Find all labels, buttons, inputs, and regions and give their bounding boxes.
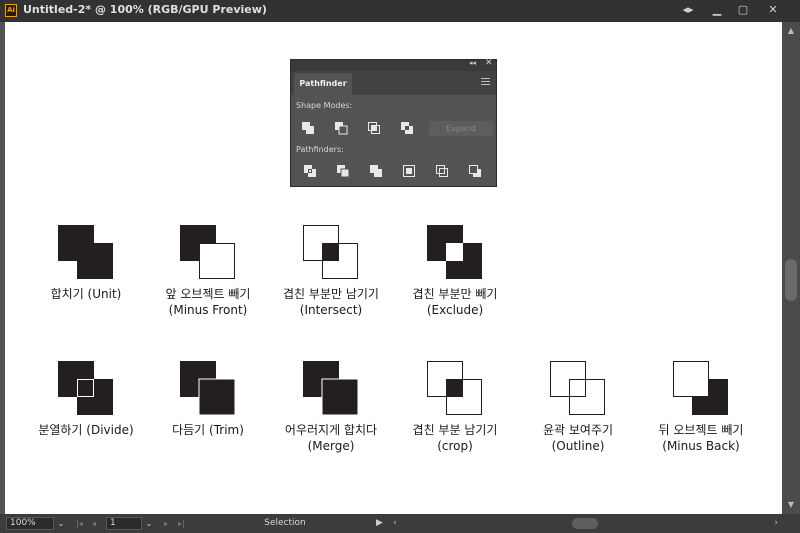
expand-button[interactable]: Expand — [429, 121, 493, 136]
panel-tab-row: Pathfinder — [291, 71, 496, 95]
caption-line1: 합치기 (Unit) — [50, 287, 122, 301]
caption-line2: (crop) — [437, 439, 473, 453]
caption-line1: 다듬기 (Trim) — [172, 423, 244, 437]
example-outline: 윤곽 보여주기 (Outline) — [518, 360, 638, 454]
vertical-scroll-thumb[interactable] — [785, 259, 797, 301]
horizontal-scroll-thumb[interactable] — [572, 518, 598, 529]
minus-front-icon[interactable] — [334, 121, 348, 135]
caption-line1: 겹친 부분만 빼기 — [412, 287, 498, 301]
caption-line1: 겹친 부분 남기기 — [412, 423, 498, 437]
scroll-left-icon[interactable]: ‹ — [393, 516, 397, 531]
collapse-panel-icon[interactable]: ◂◂ — [469, 59, 476, 67]
tab-pathfinder[interactable]: Pathfinder — [294, 73, 352, 95]
status-menu-arrow-icon[interactable]: ▶ — [376, 517, 383, 530]
crop-icon[interactable] — [402, 164, 416, 178]
scroll-right-icon[interactable]: › — [774, 516, 778, 531]
app-icon: Ai — [5, 4, 17, 17]
divide-icon[interactable] — [303, 164, 317, 178]
minimize-icon[interactable]: ▁ — [704, 2, 730, 18]
artboard-dropdown-icon[interactable]: ⌄ — [143, 517, 155, 530]
caption-line1: 앞 오브젝트 빼기 — [165, 287, 251, 301]
minus-back-illustration — [673, 361, 728, 415]
intersect-icon[interactable] — [367, 121, 381, 135]
example-exclude: 겹친 부분만 빼기 (Exclude) — [395, 224, 515, 318]
panel-close-icon[interactable]: ✕ — [485, 58, 493, 68]
pathfinders-label: Pathfinders: — [296, 145, 344, 154]
caption-line1: 뒤 오브젝트 빼기 — [658, 423, 744, 437]
example-minus-front: 앞 오브젝트 빼기 (Minus Front) — [148, 224, 268, 318]
artboard-number-field[interactable]: 1 — [106, 517, 142, 530]
divide-illustration — [58, 361, 113, 415]
merge-icon[interactable] — [369, 164, 383, 178]
pathfinder-panel: ◂◂ ✕ Pathfinder Shape Modes: Expand Path… — [290, 58, 497, 187]
example-divide: 분열하기 (Divide) — [26, 360, 146, 438]
zoom-dropdown-icon[interactable]: ⌄ — [55, 517, 67, 530]
caption-line1: 겹친 부분만 남기기 — [283, 287, 379, 301]
last-artboard-icon[interactable]: ▸| — [178, 517, 185, 530]
current-tool-status[interactable]: Selection — [240, 517, 330, 530]
back-arrows-icon[interactable]: ◂▸ — [676, 2, 700, 18]
trim-icon[interactable] — [336, 164, 350, 178]
caption-line2: (Minus Back) — [662, 439, 740, 453]
example-unite: 합치기 (Unit) — [26, 224, 146, 302]
example-merge: 어우러지게 합치다 (Merge) — [271, 360, 391, 454]
outline-illustration — [550, 361, 605, 415]
exclude-icon[interactable] — [400, 121, 414, 135]
caption-line2: (Minus Front) — [168, 303, 248, 317]
caption-line1: 윤곽 보여주기 — [542, 423, 614, 437]
panel-menu-icon[interactable] — [481, 78, 490, 87]
vertical-scrollbar[interactable]: ▲ ▼ — [782, 22, 800, 514]
outline-icon[interactable] — [435, 164, 449, 178]
trim-illustration — [180, 361, 236, 416]
caption-line2: (Merge) — [307, 439, 355, 453]
caption-line1: 어우러지게 합치다 — [284, 423, 378, 437]
document-title: Untitled-2* @ 100% (RGB/GPU Preview) — [23, 3, 267, 16]
status-bar: 100% ⌄ |◂ ◂ 1 ⌄ ▸ ▸| Selection ▶ ‹ › — [0, 514, 800, 533]
example-crop: 겹친 부분 남기기 (crop) — [395, 360, 515, 454]
unite-icon[interactable] — [301, 121, 315, 135]
title-bar: Ai Untitled-2* @ 100% (RGB/GPU Preview) … — [0, 0, 800, 22]
minus-back-icon[interactable] — [468, 164, 482, 178]
previous-artboard-icon[interactable]: ◂ — [92, 517, 96, 530]
minus-front-illustration — [180, 225, 235, 279]
example-minus-back: 뒤 오브젝트 빼기 (Minus Back) — [641, 360, 761, 454]
horizontal-scrollbar[interactable]: ‹ › — [390, 516, 782, 531]
scroll-up-icon[interactable]: ▲ — [782, 24, 800, 38]
unite-illustration — [58, 225, 113, 279]
crop-illustration — [427, 361, 482, 415]
first-artboard-icon[interactable]: |◂ — [76, 517, 83, 530]
scroll-down-icon[interactable]: ▼ — [782, 498, 800, 512]
example-intersect: 겹친 부분만 남기기 (Intersect) — [271, 224, 391, 318]
panel-header[interactable]: ◂◂ ✕ — [291, 58, 496, 71]
caption-line2: (Outline) — [551, 439, 605, 453]
close-icon[interactable]: ✕ — [760, 2, 786, 18]
intersect-illustration — [303, 225, 358, 279]
caption-line2: (Intersect) — [299, 303, 363, 317]
merge-illustration — [303, 361, 359, 416]
caption-line2: (Exclude) — [426, 303, 484, 317]
example-trim: 다듬기 (Trim) — [148, 360, 268, 438]
next-artboard-icon[interactable]: ▸ — [164, 517, 168, 530]
exclude-illustration — [427, 225, 482, 279]
shape-modes-label: Shape Modes: — [296, 101, 353, 110]
zoom-field[interactable]: 100% — [6, 517, 54, 530]
caption-line1: 분열하기 (Divide) — [38, 423, 134, 437]
maximize-icon[interactable]: ▢ — [730, 2, 756, 18]
